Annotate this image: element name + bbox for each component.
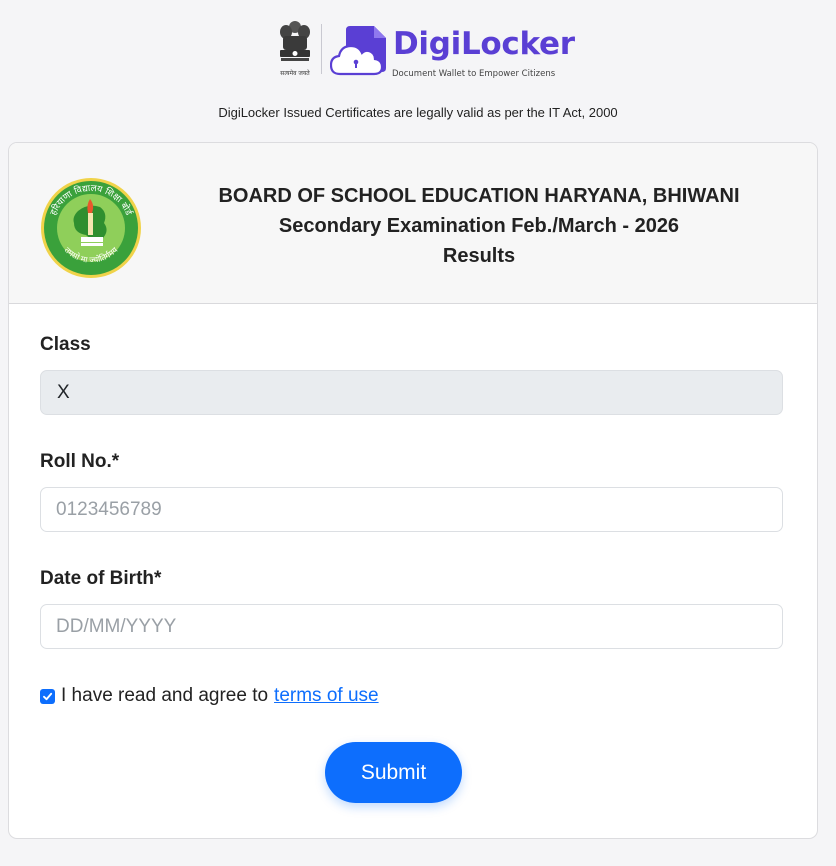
digilocker-cloud-icon [330, 26, 386, 76]
roll-number-input[interactable]: 0123456789 [40, 487, 783, 532]
digilocker-tagline: Document Wallet to Empower Citizens [392, 69, 556, 79]
page-header: सत्यमेव जयते DigiLocker Document Wallet … [0, 0, 836, 130]
terms-row: I have read and agree to terms of use [40, 685, 379, 707]
board-logo-icon: हरियाणा विद्यालय शिक्षा बोर्ड तमसो मा ज्… [41, 178, 141, 278]
roll-number-label: Roll No.* [40, 451, 120, 472]
exam-heading: BOARD OF SCHOOL EDUCATION HARYANA, BHIWA… [189, 181, 769, 271]
dob-input[interactable]: DD/MM/YYYY [40, 604, 783, 649]
check-icon [43, 692, 53, 700]
header-divider [321, 24, 322, 74]
results-form-card: हरियाणा विद्यालय शिक्षा बोर्ड तमसो मा ज्… [8, 142, 818, 839]
legal-validity-note: DigiLocker Issued Certificates are legal… [218, 105, 618, 120]
class-label: Class [40, 334, 91, 355]
class-field: X [40, 370, 783, 415]
terms-text: I have read and agree to [61, 685, 269, 706]
national-emblem-icon: सत्यमेव जयते [280, 21, 310, 77]
card-header: हरियाणा विद्यालय शिक्षा बोर्ड तमसो मा ज्… [9, 143, 817, 304]
digilocker-title: DigiLocker [393, 26, 575, 62]
board-name: BOARD OF SCHOOL EDUCATION HARYANA, BHIWA… [218, 185, 740, 207]
terms-of-use-link[interactable]: terms of use [274, 685, 379, 707]
exam-name: Secondary Examination Feb./March - 2026 [278, 215, 680, 237]
submit-button[interactable]: Submit [325, 742, 462, 803]
results-title: Results [442, 245, 516, 267]
dob-label: Date of Birth* [40, 568, 162, 589]
emblem-motto: सत्यमेव जयते [280, 69, 310, 77]
terms-checkbox[interactable] [40, 688, 55, 704]
